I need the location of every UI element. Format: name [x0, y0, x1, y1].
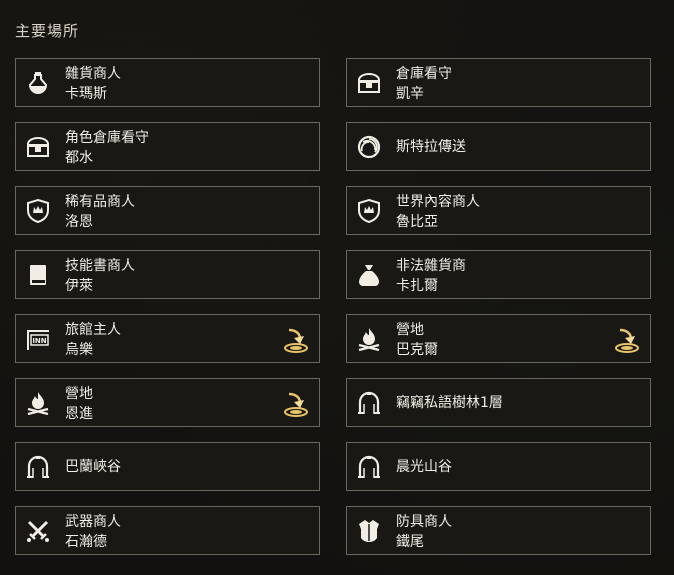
location-card[interactable]: 巴蘭峽谷 [15, 442, 320, 491]
shield-crown-icon [356, 198, 382, 224]
location-npc-name: 都水 [65, 150, 93, 166]
location-npc-name: 卡扎爾 [396, 278, 438, 294]
location-text: 倉庫看守 凱辛 [396, 64, 452, 104]
gate-icon [356, 454, 382, 480]
location-card[interactable]: 斯特拉傳送 [346, 122, 651, 171]
location-title: 巴蘭峽谷 [65, 459, 121, 475]
location-npc-name: 烏樂 [65, 342, 93, 358]
location-text: 斯特拉傳送 [396, 137, 466, 157]
location-npc-name: 洛恩 [65, 214, 93, 230]
crossed-swords-icon [25, 518, 51, 544]
location-text: 防具商人 鐵尾 [396, 512, 452, 552]
location-text: 角色倉庫看守 都水 [65, 128, 149, 168]
location-title: 雜貨商人 [65, 66, 121, 82]
location-text: 世界內容商人 魯比亞 [396, 192, 480, 232]
location-title: 稀有品商人 [65, 194, 135, 210]
location-text: 技能書商人 伊萊 [65, 256, 135, 296]
location-card[interactable]: 武器商人 石瀚德 [15, 506, 320, 555]
location-npc-name: 魯比亞 [396, 214, 438, 230]
shield-crown-icon [25, 198, 51, 224]
svg-text:INN: INN [32, 337, 46, 345]
location-title: 世界內容商人 [396, 194, 480, 210]
location-npc-name: 巴克爾 [396, 342, 438, 358]
location-text: 竊竊私語樹林1層 [396, 393, 503, 413]
location-title: 防具商人 [396, 514, 452, 530]
location-title: 晨光山谷 [396, 459, 452, 475]
location-title: 非法雜貨商 [396, 258, 466, 274]
location-title: 武器商人 [65, 514, 121, 530]
location-card[interactable]: 營地 恩進 [15, 378, 320, 427]
gate-icon [356, 390, 382, 416]
teleport-icon[interactable] [282, 326, 310, 354]
location-card[interactable]: 技能書商人 伊萊 [15, 250, 320, 299]
inn-sign-icon: INN [25, 326, 51, 352]
armor-icon [356, 518, 382, 544]
location-text: 稀有品商人 洛恩 [65, 192, 135, 232]
teleport-icon[interactable] [613, 326, 641, 354]
location-npc-name: 恩進 [65, 406, 93, 422]
location-text: 晨光山谷 [396, 457, 452, 477]
potion-icon [25, 70, 51, 96]
location-card[interactable]: 非法雜貨商 卡扎爾 [346, 250, 651, 299]
location-npc-name: 鐵尾 [396, 534, 424, 550]
location-text: 巴蘭峽谷 [65, 457, 121, 477]
location-title: 技能書商人 [65, 258, 135, 274]
location-card[interactable]: 營地 巴克爾 [346, 314, 651, 363]
location-card[interactable]: 晨光山谷 [346, 442, 651, 491]
campfire-icon [25, 390, 51, 416]
money-bag-icon [356, 262, 382, 288]
location-npc-name: 凱辛 [396, 86, 424, 102]
gate-icon [25, 454, 51, 480]
location-text: 營地 巴克爾 [396, 320, 438, 360]
location-title: 旅館主人 [65, 322, 121, 338]
location-card[interactable]: 竊竊私語樹林1層 [346, 378, 651, 427]
location-card[interactable]: 角色倉庫看守 都水 [15, 122, 320, 171]
location-text: 武器商人 石瀚德 [65, 512, 121, 552]
location-card[interactable]: 倉庫看守 凱辛 [346, 58, 651, 107]
location-text: 雜貨商人 卡瑪斯 [65, 64, 121, 104]
location-title: 角色倉庫看守 [65, 130, 149, 146]
teleport-icon[interactable] [282, 390, 310, 418]
location-title: 斯特拉傳送 [396, 139, 466, 155]
location-card[interactable]: 防具商人 鐵尾 [346, 506, 651, 555]
location-title: 營地 [396, 322, 424, 338]
location-title: 營地 [65, 386, 93, 402]
location-card[interactable]: 雜貨商人 卡瑪斯 [15, 58, 320, 107]
campfire-icon [356, 326, 382, 352]
chest-icon [25, 134, 51, 160]
portal-swirl-icon [356, 134, 382, 160]
book-icon [25, 262, 51, 288]
location-card[interactable]: 稀有品商人 洛恩 [15, 186, 320, 235]
location-npc-name: 伊萊 [65, 278, 93, 294]
location-title: 竊竊私語樹林1層 [396, 395, 503, 411]
section-title: 主要場所 [15, 22, 80, 40]
location-text: 非法雜貨商 卡扎爾 [396, 256, 466, 296]
location-npc-name: 卡瑪斯 [65, 86, 107, 102]
location-text: 旅館主人 烏樂 [65, 320, 121, 360]
location-card[interactable]: 世界內容商人 魯比亞 [346, 186, 651, 235]
location-npc-name: 石瀚德 [65, 534, 107, 550]
chest-icon [356, 70, 382, 96]
location-card[interactable]: INN 旅館主人烏樂 [15, 314, 320, 363]
location-title: 倉庫看守 [396, 66, 452, 82]
location-text: 營地 恩進 [65, 384, 93, 424]
